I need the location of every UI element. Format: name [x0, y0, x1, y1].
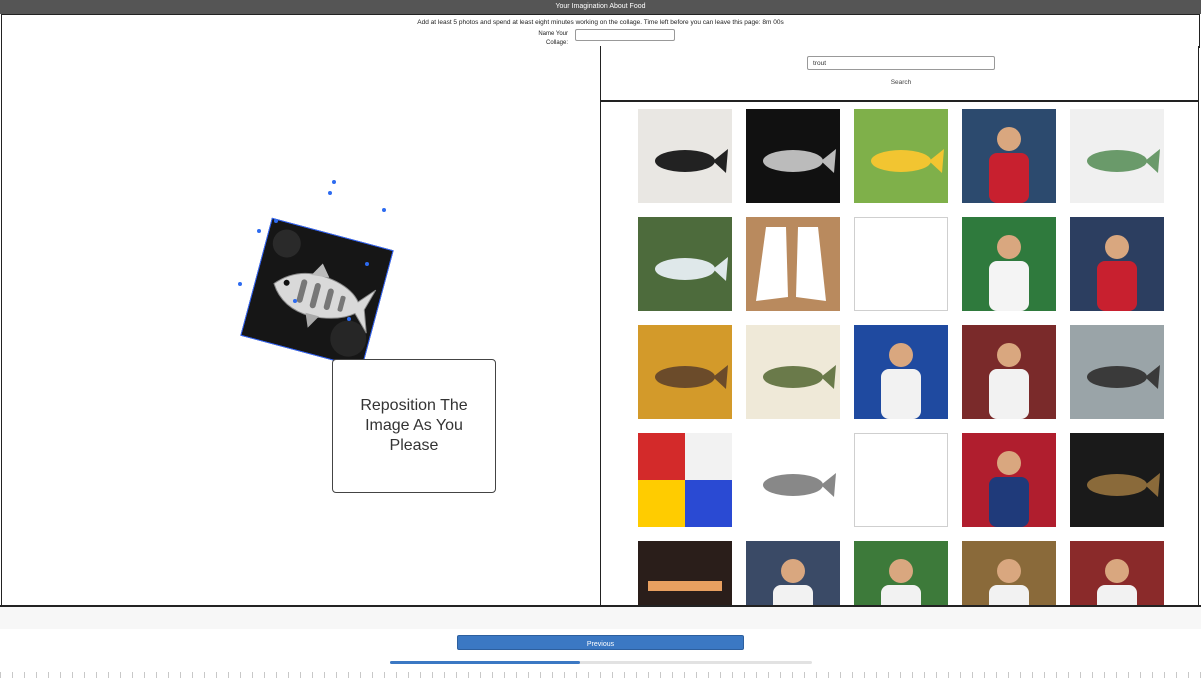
collage-header: Add at least 5 photos and spend at least…: [1, 14, 1200, 48]
image-results-grid[interactable]: [601, 102, 1199, 605]
result-thumbnail[interactable]: [854, 433, 948, 527]
result-thumbnail[interactable]: [638, 109, 732, 203]
search-panel: Search: [601, 46, 1199, 102]
previous-button[interactable]: Previous: [457, 635, 744, 650]
search-input[interactable]: [807, 56, 995, 70]
baseball-player-icon: [1070, 217, 1164, 311]
resize-handle[interactable]: [365, 262, 369, 266]
resize-handle[interactable]: [293, 299, 297, 303]
fish-painting-icon: [1070, 109, 1164, 203]
color-grid-icon: [638, 433, 732, 527]
book-cover-icon: [854, 109, 948, 203]
result-thumbnail[interactable]: [746, 325, 840, 419]
result-thumbnail[interactable]: [962, 433, 1056, 527]
result-thumbnail[interactable]: [746, 217, 840, 311]
reposition-instruction-box: Reposition The Image As You Please: [332, 359, 496, 493]
trout-photo-icon: [241, 218, 393, 368]
result-thumbnail[interactable]: [962, 217, 1056, 311]
baseball-player-icon: [962, 541, 1056, 605]
resize-handle[interactable]: [274, 219, 278, 223]
baseball-player-icon: [854, 541, 948, 605]
resize-handle[interactable]: [328, 191, 332, 195]
result-thumbnail[interactable]: [1070, 217, 1164, 311]
result-thumbnail[interactable]: [854, 325, 948, 419]
baseball-player-icon: [746, 541, 840, 605]
result-thumbnail[interactable]: [638, 541, 732, 605]
resize-handle[interactable]: [238, 282, 242, 286]
fish-net-icon: [1070, 325, 1164, 419]
progress-fill: [390, 661, 580, 664]
press-conference-icon: [962, 433, 1056, 527]
instructions-text: Add at least 5 photos and spend at least…: [417, 19, 784, 26]
resize-handle[interactable]: [347, 317, 351, 321]
result-thumbnail[interactable]: [746, 109, 840, 203]
resize-handle[interactable]: [382, 208, 386, 212]
result-thumbnail[interactable]: [854, 541, 948, 605]
result-thumbnail[interactable]: [1070, 433, 1164, 527]
result-thumbnail[interactable]: [1070, 109, 1164, 203]
result-thumbnail[interactable]: [638, 325, 732, 419]
bw-fish-icon: [746, 109, 840, 203]
progress-bar: [390, 661, 812, 664]
baseball-team-icon: [1070, 541, 1164, 605]
result-thumbnail[interactable]: [638, 433, 732, 527]
fish-sketch-icon: [746, 433, 840, 527]
window-title: Your Imagination About Food: [0, 0, 1201, 14]
result-thumbnail[interactable]: [854, 109, 948, 203]
result-thumbnail[interactable]: [746, 541, 840, 605]
rotate-handle[interactable]: [332, 180, 336, 184]
framed-fish-print-icon: [638, 109, 732, 203]
person-cap-icon: [854, 325, 948, 419]
baseball-players-icon: [962, 325, 1056, 419]
cleats-icon: [746, 217, 840, 311]
result-thumbnail[interactable]: [962, 541, 1056, 605]
result-thumbnail[interactable]: [962, 109, 1056, 203]
result-thumbnail[interactable]: [962, 325, 1056, 419]
search-button[interactable]: Search: [871, 76, 931, 88]
baseball-player-icon: [962, 109, 1056, 203]
trout-pattern-icon: [746, 325, 840, 419]
collage-name-input[interactable]: [575, 29, 675, 41]
fish-in-net-icon: [1070, 433, 1164, 527]
footer-band: [0, 607, 1201, 629]
placed-trout-image[interactable]: [240, 217, 394, 369]
result-thumbnail[interactable]: [854, 217, 948, 311]
fishing-river-icon: [638, 217, 732, 311]
fisherman-autumn-icon: [638, 325, 732, 419]
result-thumbnail[interactable]: [746, 433, 840, 527]
fly-tying-icon: [638, 541, 732, 605]
ruler-ticks: [0, 672, 1201, 678]
result-thumbnail[interactable]: [1070, 541, 1164, 605]
resize-handle[interactable]: [257, 229, 261, 233]
collage-canvas[interactable]: Reposition The Image As You Please: [1, 46, 602, 606]
result-thumbnail[interactable]: [638, 217, 732, 311]
result-thumbnail[interactable]: [1070, 325, 1164, 419]
baseball-player-icon: [962, 217, 1056, 311]
